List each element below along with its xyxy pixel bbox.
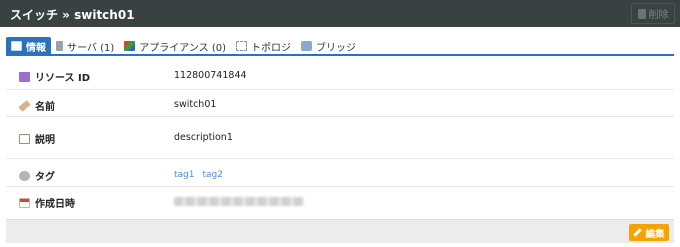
page-title: スイッチ » switch01: [10, 8, 135, 22]
tags-value: tag1 tag2: [174, 169, 228, 180]
tab-bridges-label: ブリッジ: [316, 42, 356, 54]
row-name: 名前 switch01: [6, 90, 674, 117]
pencil-icon: [633, 228, 643, 237]
appliance-icon: [124, 41, 136, 51]
row-description: 説明 description1: [6, 117, 674, 159]
server-icon: [56, 41, 63, 51]
resource-id-label-text: リソース ID: [35, 73, 91, 84]
header-bar: スイッチ » switch01 削除: [0, 0, 680, 27]
name-label-text: 名前: [35, 102, 55, 113]
tab-bridges[interactable]: ブリッジ: [296, 37, 361, 55]
tab-appliances[interactable]: アプライアンス (0): [119, 37, 231, 55]
trash-icon: [637, 8, 646, 19]
bridge-icon: [301, 41, 312, 51]
description-label: 説明: [19, 131, 55, 146]
delete-button[interactable]: 削除: [631, 3, 675, 24]
resource-id-value: 112800741844: [174, 70, 247, 81]
tab-info[interactable]: 情報: [6, 37, 51, 55]
row-tags: タグ tag1 tag2: [6, 159, 674, 187]
tab-servers-label: サーバ (1): [67, 42, 115, 54]
detail-table: リソース ID 112800741844 名前 switch01 説明 desc…: [6, 60, 674, 219]
tag-label-icon: [18, 99, 31, 112]
document-icon: [19, 133, 30, 144]
tab-topology[interactable]: トポロジ: [231, 37, 296, 55]
description-label-text: 説明: [35, 135, 55, 146]
edit-button-label: 編集: [645, 228, 665, 240]
edit-button[interactable]: 編集: [629, 224, 669, 241]
tab-appliances-label: アプライアンス (0): [139, 42, 226, 54]
tab-underline: [6, 54, 674, 56]
tags-label-text: タグ: [35, 172, 55, 183]
id-card-icon: [19, 71, 30, 82]
tab-bar: 情報 サーバ (1) アプライアンス (0) トポロジ ブリッジ: [6, 37, 361, 55]
created-label: 作成日時: [19, 195, 75, 210]
name-label: 名前: [18, 98, 55, 113]
name-value: switch01: [174, 99, 217, 110]
tab-servers[interactable]: サーバ (1): [51, 37, 119, 55]
info-icon: [11, 41, 22, 51]
tag-link[interactable]: tag1: [174, 170, 194, 180]
created-value-redacted: [174, 197, 304, 209]
row-resource-id: リソース ID 112800741844: [6, 60, 674, 90]
description-value: description1: [174, 132, 233, 143]
redacted-timestamp: [174, 197, 304, 206]
row-created: 作成日時: [6, 187, 674, 219]
resource-id-label: リソース ID: [19, 69, 90, 84]
tags-icon: [19, 170, 30, 181]
tab-info-label: 情報: [26, 42, 46, 54]
topology-icon: [236, 41, 247, 51]
created-label-text: 作成日時: [35, 199, 75, 210]
tab-topology-label: トポロジ: [251, 42, 291, 54]
delete-button-label: 削除: [648, 10, 669, 21]
tag-link[interactable]: tag2: [203, 170, 223, 180]
footer-bar: 編集: [6, 219, 674, 243]
calendar-icon: [19, 197, 30, 208]
tags-label: タグ: [19, 168, 55, 183]
